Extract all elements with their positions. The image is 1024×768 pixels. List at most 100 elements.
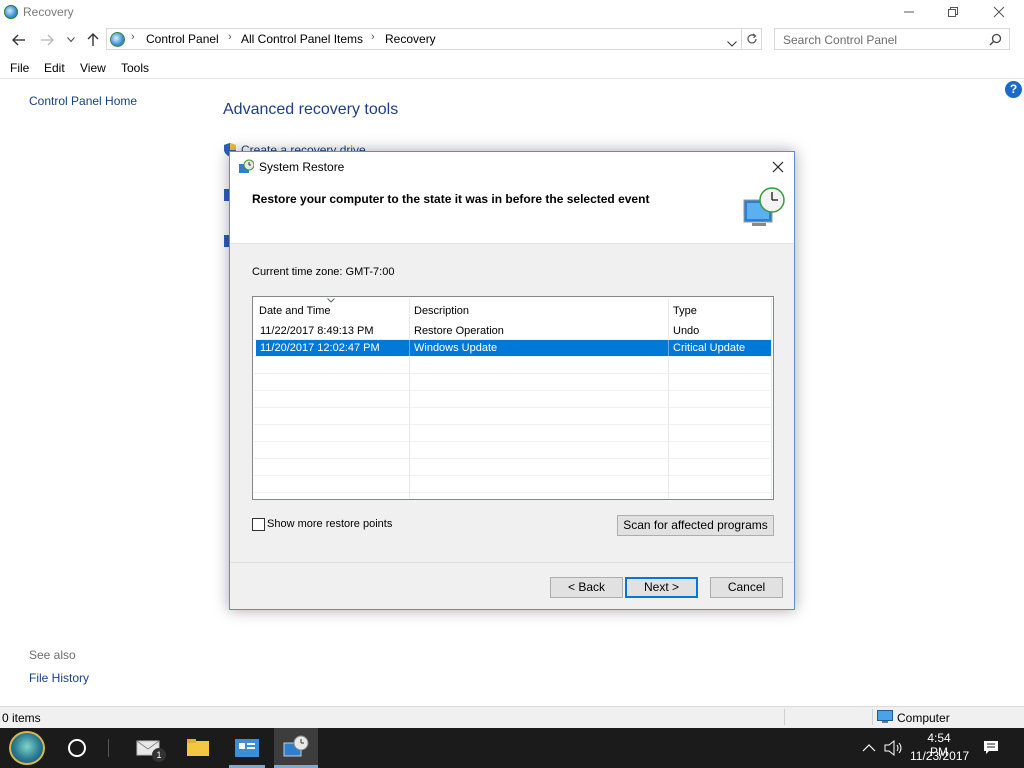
show-hidden-icons-button[interactable] (862, 742, 876, 756)
sort-descending-icon (327, 298, 335, 303)
taskbar-divider (108, 739, 109, 757)
column-header-type[interactable]: Type (673, 305, 697, 317)
column-header-description[interactable]: Description (414, 305, 469, 317)
minimize-button[interactable] (886, 0, 932, 24)
restore-points-table[interactable]: Date and Time Description Type 11/22/201… (252, 296, 774, 500)
items-count: 0 items (2, 711, 41, 725)
back-nav-button[interactable] (8, 29, 30, 51)
see-also-label: See also (29, 648, 76, 662)
menu-file[interactable]: File (10, 61, 29, 75)
breadcrumb-separator-icon: › (228, 31, 232, 43)
restore-button[interactable] (930, 0, 976, 24)
menu-bar: File Edit View Tools (0, 58, 1024, 78)
breadcrumb-all-items[interactable]: All Control Panel Items (241, 32, 363, 46)
system-restore-taskbar-button[interactable] (274, 728, 318, 768)
back-button[interactable]: < Back (550, 577, 623, 598)
menu-edit[interactable]: Edit (44, 61, 65, 75)
search-icon (989, 33, 1002, 46)
control-panel-icon (4, 5, 18, 19)
breadcrumb-separator-icon: › (371, 31, 375, 43)
start-button[interactable] (9, 731, 45, 765)
row-type: Critical Update (673, 342, 746, 354)
zone-label: Computer (897, 711, 950, 725)
up-nav-button[interactable] (82, 29, 104, 51)
row-date: 11/22/2017 8:49:13 PM (260, 325, 374, 337)
computer-icon (877, 710, 893, 723)
arrow-up-icon (87, 33, 99, 46)
file-explorer-button[interactable] (186, 737, 210, 759)
control-panel-icon (235, 739, 259, 757)
breadcrumb-control-panel[interactable]: Control Panel (146, 32, 219, 46)
table-row[interactable]: 11/22/2017 8:49:13 PM Restore Operation … (256, 323, 771, 339)
show-more-label[interactable]: Show more restore points (267, 518, 392, 530)
menu-view[interactable]: View (80, 61, 106, 75)
control-panel-home-link[interactable]: Control Panel Home (29, 94, 137, 108)
mail-app-button[interactable]: 1 (136, 738, 166, 762)
status-bar: 0 items Computer (0, 706, 1024, 728)
row-type: Undo (673, 325, 700, 337)
page-heading: Advanced recovery tools (223, 101, 399, 118)
window-titlebar: Recovery (0, 0, 1024, 26)
close-icon (993, 6, 1005, 18)
close-window-button[interactable] (976, 0, 1022, 24)
chevron-down-icon (727, 41, 737, 47)
control-panel-taskbar-button[interactable] (234, 737, 260, 759)
forward-nav-button[interactable] (36, 29, 58, 51)
menu-tools[interactable]: Tools (121, 61, 149, 75)
restore-icon (948, 7, 958, 17)
folder-icon (187, 739, 209, 756)
cortana-icon[interactable] (68, 739, 86, 757)
status-divider (784, 709, 785, 725)
address-dropdown-button[interactable] (727, 36, 737, 50)
breadcrumb-separator-icon: › (131, 31, 135, 43)
taskbar: 1 4:54 PM 11/23/2017 (0, 728, 1024, 768)
minimize-icon (904, 11, 914, 13)
scan-affected-programs-button[interactable]: Scan for affected programs (617, 515, 774, 536)
row-divider (254, 475, 772, 476)
recent-locations-button[interactable] (62, 29, 80, 51)
system-restore-dialog: System Restore Restore your computer to … (229, 151, 795, 610)
mail-badge: 1 (152, 748, 166, 762)
dialog-titlebar: System Restore (230, 152, 794, 182)
row-divider (254, 356, 772, 357)
window-title: Recovery (23, 5, 74, 19)
refresh-button[interactable] (742, 28, 762, 50)
arrow-left-icon (12, 34, 25, 46)
show-more-checkbox[interactable] (252, 518, 265, 531)
dialog-close-button[interactable] (768, 157, 788, 177)
action-center-button[interactable] (983, 740, 999, 759)
row-divider (254, 492, 772, 493)
refresh-icon (746, 33, 757, 44)
row-divider (254, 458, 772, 459)
clock-date[interactable]: 11/23/2017 (910, 749, 969, 763)
close-icon (772, 161, 784, 173)
help-icon[interactable]: ? (1005, 81, 1022, 98)
dialog-header-text: Restore your computer to the state it wa… (252, 192, 650, 206)
row-description: Windows Update (414, 342, 498, 354)
system-restore-large-icon (743, 187, 785, 226)
row-divider (254, 373, 772, 374)
row-divider (254, 441, 772, 442)
table-row-selected[interactable]: 11/20/2017 12:02:47 PM Windows Update Cr… (256, 340, 771, 356)
breadcrumb-recovery[interactable]: Recovery (385, 32, 436, 46)
column-divider (771, 298, 772, 498)
row-divider (254, 390, 772, 391)
volume-button[interactable] (884, 739, 904, 760)
row-divider (254, 424, 772, 425)
column-divider (668, 340, 669, 356)
row-description: Restore Operation (414, 325, 504, 337)
cancel-button[interactable]: Cancel (710, 577, 783, 598)
address-bar[interactable]: › Control Panel › All Control Panel Item… (106, 28, 742, 50)
search-input[interactable]: Search Control Panel (774, 28, 1010, 50)
speaker-icon (884, 739, 902, 757)
column-header-date[interactable]: Date and Time (259, 305, 331, 317)
file-history-link[interactable]: File History (29, 671, 89, 685)
system-restore-icon (283, 735, 309, 757)
dialog-divider (230, 562, 794, 563)
menu-divider (0, 78, 1024, 79)
control-panel-icon (110, 32, 125, 47)
navigation-bar: › Control Panel › All Control Panel Item… (0, 27, 1024, 53)
row-divider (254, 407, 772, 408)
status-divider (872, 709, 873, 725)
next-button[interactable]: Next > (625, 577, 698, 598)
